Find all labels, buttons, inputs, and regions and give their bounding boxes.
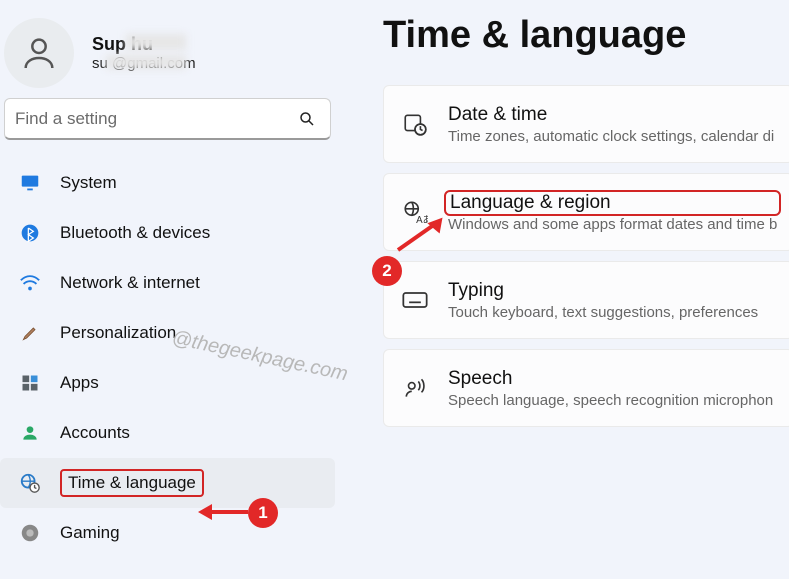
sidebar-item-label: Bluetooth & devices bbox=[60, 223, 210, 243]
search-icon bbox=[298, 110, 316, 128]
annotation-arrow-head bbox=[198, 504, 212, 520]
sidebar-item-system[interactable]: System bbox=[0, 158, 335, 208]
sidebar-item-apps[interactable]: Apps bbox=[0, 358, 335, 408]
card-date-time[interactable]: Date & time Time zones, automatic clock … bbox=[383, 85, 789, 163]
apps-icon bbox=[18, 371, 42, 395]
card-desc: Time zones, automatic clock settings, ca… bbox=[448, 128, 774, 145]
search-field[interactable] bbox=[15, 109, 320, 129]
calendar-clock-icon bbox=[400, 109, 430, 139]
card-language-region[interactable]: Aあ Language & region Windows and some ap… bbox=[383, 173, 789, 251]
card-speech[interactable]: Speech Speech language, speech recogniti… bbox=[383, 349, 789, 427]
page-title: Time & language bbox=[383, 14, 789, 57]
sidebar-item-label: System bbox=[60, 173, 117, 193]
language-icon: Aあ bbox=[400, 197, 430, 227]
speech-icon bbox=[400, 373, 430, 403]
sidebar-item-label: Time & language bbox=[68, 473, 196, 492]
redaction-overlay bbox=[106, 55, 186, 69]
avatar bbox=[4, 18, 74, 88]
wifi-icon bbox=[18, 271, 42, 295]
card-title: Speech bbox=[448, 368, 773, 390]
card-typing[interactable]: Typing Touch keyboard, text suggestions,… bbox=[383, 261, 789, 339]
bluetooth-icon bbox=[18, 221, 42, 245]
sidebar-item-label: Personalization bbox=[60, 323, 176, 343]
annotation-badge-2: 2 bbox=[372, 256, 402, 286]
sidebar-item-gaming[interactable]: Gaming bbox=[0, 508, 335, 558]
annotation-badge-1: 1 bbox=[248, 498, 278, 528]
person-icon bbox=[18, 421, 42, 445]
svg-text:Aあ: Aあ bbox=[416, 214, 428, 225]
keyboard-icon bbox=[400, 285, 430, 315]
gaming-icon bbox=[18, 521, 42, 545]
card-title: Date & time bbox=[448, 104, 774, 126]
sidebar-item-label: Network & internet bbox=[60, 273, 200, 293]
monitor-icon bbox=[18, 171, 42, 195]
sidebar-item-accounts[interactable]: Accounts bbox=[0, 408, 335, 458]
sidebar-item-label: Gaming bbox=[60, 523, 120, 543]
sidebar-item-label: Accounts bbox=[60, 423, 130, 443]
card-title: Typing bbox=[448, 280, 758, 302]
card-desc: Speech language, speech recognition micr… bbox=[448, 392, 773, 409]
sidebar-item-personalization[interactable]: Personalization bbox=[0, 308, 335, 358]
redaction-overlay bbox=[126, 34, 186, 50]
sidebar-item-label: Apps bbox=[60, 373, 99, 393]
card-desc: Touch keyboard, text suggestions, prefer… bbox=[448, 304, 758, 321]
globe-clock-icon bbox=[18, 471, 42, 495]
sidebar-item-network[interactable]: Network & internet bbox=[0, 258, 335, 308]
search-input[interactable] bbox=[4, 98, 331, 140]
card-desc: Windows and some apps format dates and t… bbox=[448, 216, 777, 233]
brush-icon bbox=[18, 321, 42, 345]
sidebar-item-bluetooth[interactable]: Bluetooth & devices bbox=[0, 208, 335, 258]
card-title: Language & region bbox=[450, 192, 611, 213]
annotation-arrow bbox=[212, 510, 248, 514]
sidebar-item-time-language[interactable]: Time & language bbox=[0, 458, 335, 508]
